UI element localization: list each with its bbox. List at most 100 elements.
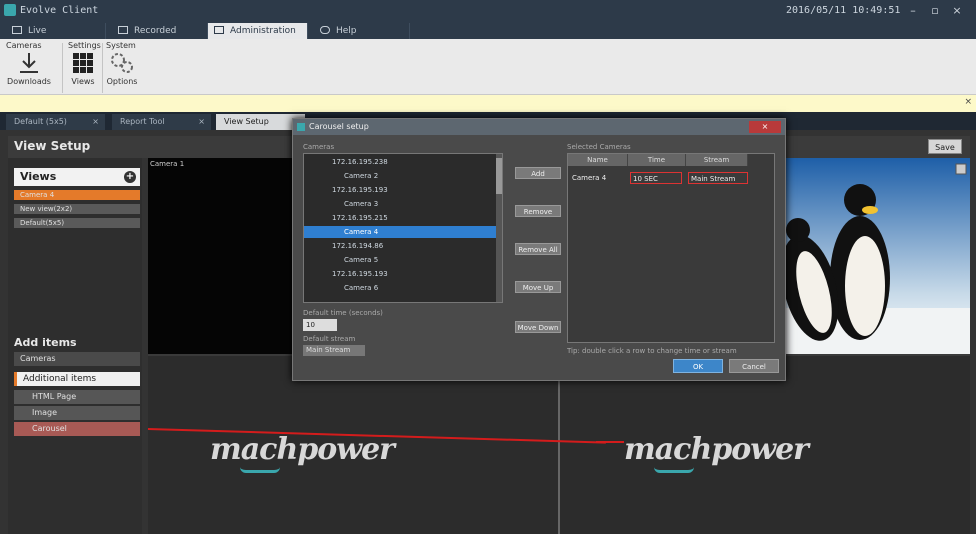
default-time-stepper[interactable]: 10 <box>303 319 337 331</box>
downloads-label: Downloads <box>7 77 51 86</box>
column-header-stream: Stream <box>686 154 748 166</box>
tree-node-host[interactable]: 172.16.195.238 <box>304 156 502 168</box>
logo-text: machpower <box>624 432 809 467</box>
close-tab-icon[interactable]: × <box>198 114 205 130</box>
ribbon-group-cameras: Cameras <box>6 41 42 50</box>
column-header-time: Time <box>628 154 686 166</box>
gears-icon <box>111 53 133 73</box>
tab-report-tool[interactable]: Report Tool × <box>112 114 212 130</box>
tree-node-camera[interactable]: Camera 6 <box>304 282 502 294</box>
tab-administration[interactable]: Administration <box>208 23 308 39</box>
app-logo-icon <box>4 4 16 16</box>
tab-report-tool-label: Report Tool <box>120 117 165 126</box>
dialog-hint: Tip: double click a row to change time o… <box>567 347 737 355</box>
download-icon <box>20 53 38 73</box>
close-notification-icon[interactable]: × <box>964 97 972 107</box>
views-button[interactable]: Views <box>66 51 100 93</box>
ribbon-group-system: System <box>106 41 136 50</box>
column-header-name: Name <box>568 154 628 166</box>
add-button[interactable]: Add <box>515 167 561 179</box>
notification-bar: × <box>0 95 976 112</box>
cameras-tree-label: Cameras <box>303 143 335 151</box>
tree-node-camera[interactable]: Camera 5 <box>304 254 502 266</box>
machpower-logo: machpower <box>210 432 395 473</box>
scrollbar-thumb[interactable] <box>496 158 502 194</box>
tree-node-host[interactable]: 172.16.195.193 <box>304 184 502 196</box>
logo-wave-icon <box>654 467 694 473</box>
tree-node-camera[interactable]: Camera 4 <box>304 226 502 238</box>
tab-view-setup-label: View Setup <box>224 117 269 126</box>
add-item-additional[interactable]: Additional items <box>14 372 140 386</box>
add-view-icon[interactable]: + <box>124 171 136 183</box>
ribbon-group-settings: Settings <box>68 41 101 50</box>
left-sidebar: Views + Camera 4 New view(2x2) Default(5… <box>8 158 142 534</box>
dialog-title: Carousel setup <box>309 122 369 131</box>
camera-tree[interactable]: 172.16.195.238 Camera 2 172.16.195.193 C… <box>303 153 503 303</box>
tab-live-label: Live <box>28 26 47 36</box>
tree-node-host[interactable]: 172.16.195.215 <box>304 212 502 224</box>
table-cell-time[interactable]: 10 SEC <box>630 172 682 184</box>
tab-help[interactable]: Help <box>314 23 410 39</box>
view-item[interactable]: New view(2x2) <box>14 204 140 214</box>
view-item[interactable]: Default(5x5) <box>14 218 140 228</box>
clock-display: 2016/05/11 10:49:51 <box>786 5 901 16</box>
tree-node-camera[interactable]: Camera 3 <box>304 198 502 210</box>
ribbon-toolbar: Cameras Settings System Downloads Views <box>0 39 976 95</box>
views-header: Views + <box>14 168 140 186</box>
options-button[interactable]: Options <box>104 51 140 93</box>
remove-button[interactable]: Remove <box>515 205 561 217</box>
views-label: Views <box>71 77 95 86</box>
add-item-cameras[interactable]: Cameras <box>14 352 140 366</box>
tab-live[interactable]: Live <box>6 23 106 39</box>
tab-help-label: Help <box>336 26 357 36</box>
tab-recorded-label: Recorded <box>134 26 177 36</box>
default-stream-select[interactable]: Main Stream <box>303 345 365 356</box>
ribbon-separator <box>62 43 63 93</box>
tree-node-host[interactable]: 172.16.194.86 <box>304 240 502 252</box>
cancel-button[interactable]: Cancel <box>729 359 779 373</box>
downloads-button[interactable]: Downloads <box>4 51 54 93</box>
selected-cameras-table: Name Time Stream Camera 4 10 SEC Main St… <box>567 153 775 343</box>
maximize-button[interactable]: ▫ <box>926 3 944 19</box>
ok-button[interactable]: OK <box>673 359 723 373</box>
add-items-title: Add items <box>14 336 77 349</box>
close-tab-icon[interactable]: × <box>92 114 99 130</box>
dialog-close-button[interactable]: × <box>749 121 781 133</box>
film-icon <box>118 26 128 34</box>
add-item-html-page[interactable]: HTML Page <box>14 390 140 404</box>
close-window-button[interactable]: × <box>948 3 966 19</box>
tab-default-view-label: Default (5x5) <box>14 117 67 126</box>
add-item-carousel[interactable]: Carousel <box>14 422 140 436</box>
help-icon <box>320 26 330 34</box>
tree-scrollbar[interactable] <box>496 154 502 302</box>
table-cell-name[interactable]: Camera 4 <box>570 172 626 184</box>
tree-node-host[interactable]: 172.16.195.193 <box>304 268 502 280</box>
remove-all-button[interactable]: Remove All <box>515 243 561 255</box>
move-down-button[interactable]: Move Down <box>515 321 561 333</box>
admin-icon <box>214 26 224 34</box>
table-cell-stream[interactable]: Main Stream <box>688 172 748 184</box>
minimize-button[interactable]: – <box>904 3 922 19</box>
main-tab-bar: Live Recorded Administration Help <box>0 22 976 39</box>
annotation-arrow <box>596 441 624 443</box>
ribbon-separator <box>102 43 103 93</box>
grid-icon <box>73 53 93 73</box>
image-cell[interactable]: machpower <box>560 356 970 534</box>
dialog-title-bar: Carousel setup × <box>293 119 785 135</box>
logo-wave-icon <box>240 467 280 473</box>
tab-default-view[interactable]: Default (5x5) × <box>6 114 106 130</box>
move-up-button[interactable]: Move Up <box>515 281 561 293</box>
monitor-icon <box>12 26 22 34</box>
views-header-label: Views <box>20 170 57 183</box>
page-title: View Setup <box>14 139 91 153</box>
tab-recorded[interactable]: Recorded <box>112 23 208 39</box>
tab-administration-label: Administration <box>230 26 296 36</box>
view-item[interactable]: Camera 4 <box>14 190 140 200</box>
image-cell[interactable]: machpower <box>148 356 558 534</box>
default-stream-label: Default stream <box>303 335 356 343</box>
add-item-image[interactable]: Image <box>14 406 140 420</box>
save-button[interactable]: Save <box>928 139 962 154</box>
tree-node-camera[interactable]: Camera 2 <box>304 170 502 182</box>
selected-cameras-label: Selected Cameras <box>567 143 631 151</box>
dialog-app-icon <box>297 123 305 131</box>
